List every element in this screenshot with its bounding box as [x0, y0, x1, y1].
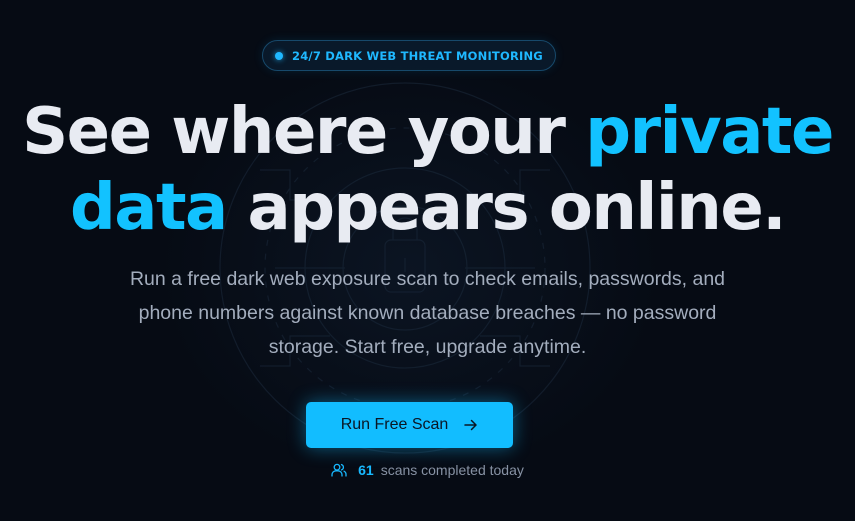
- arrow-right-icon: [464, 419, 478, 431]
- monitoring-badge: 24/7 DARK WEB THREAT MONITORING: [262, 40, 556, 71]
- headline-text: See where your: [22, 95, 586, 169]
- headline-accent: private: [585, 95, 834, 169]
- headline-text: appears online.: [226, 171, 787, 245]
- headline-accent: data: [69, 171, 228, 245]
- scan-count-stat: 61 scans completed today: [0, 462, 855, 478]
- description-line: Run a free dark web exposure scan to che…: [129, 268, 726, 290]
- scan-count-text: scans completed today: [380, 462, 524, 478]
- description-line: phone numbers against known database bre…: [138, 302, 717, 324]
- description-line: storage. Start free, upgrade anytime.: [268, 336, 587, 358]
- run-free-scan-button[interactable]: Run Free Scan: [306, 402, 513, 448]
- status-dot-icon: [275, 51, 284, 60]
- users-icon: [331, 463, 347, 477]
- hero-description: Run a free dark web exposure scan to che…: [60, 262, 795, 364]
- headline-line-2: data appears online.: [0, 166, 855, 250]
- landing-page: 24/7 DARK WEB THREAT MONITORING See wher…: [0, 0, 855, 521]
- badge-text: 24/7 DARK WEB THREAT MONITORING: [292, 48, 543, 63]
- headline-line-1: See where your private: [0, 90, 855, 174]
- run-free-scan-label: Run Free Scan: [340, 416, 449, 433]
- scan-count-value: 61: [358, 462, 374, 478]
